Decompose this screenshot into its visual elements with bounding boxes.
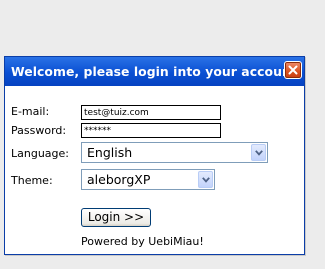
chevron-down-icon	[255, 150, 263, 156]
language-select[interactable]: English	[81, 142, 268, 163]
login-dialog: Welcome, please login into your account …	[4, 56, 305, 255]
language-dropdown-button[interactable]	[251, 144, 266, 161]
email-label: E-mail:	[11, 105, 50, 118]
close-button[interactable]	[284, 61, 302, 79]
powered-by-text: Powered by UebiMiau!	[81, 235, 204, 248]
theme-dropdown-button[interactable]	[198, 171, 213, 188]
dialog-title-bar: Welcome, please login into your account	[5, 57, 304, 86]
language-label: Language:	[11, 147, 69, 160]
login-button[interactable]: Login >>	[81, 208, 151, 227]
password-label: Password:	[11, 124, 67, 137]
chevron-down-icon	[202, 177, 210, 183]
theme-select[interactable]: aleborgXP	[81, 169, 215, 190]
close-icon	[288, 65, 298, 75]
email-field[interactable]	[81, 105, 221, 120]
language-selected-value: English	[87, 145, 133, 160]
dialog-title: Welcome, please login into your account	[11, 64, 297, 79]
theme-label: Theme:	[11, 174, 53, 187]
password-field[interactable]	[81, 123, 221, 138]
theme-selected-value: aleborgXP	[87, 172, 151, 187]
